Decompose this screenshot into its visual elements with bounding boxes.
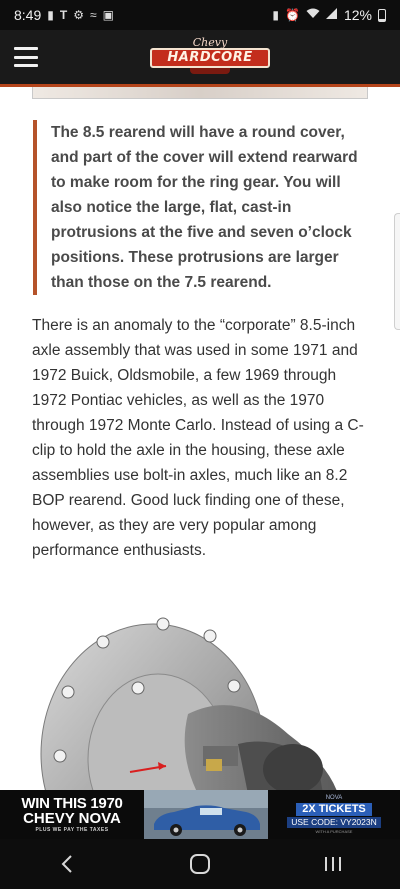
article-paragraph: There is an anomaly to the “corporate” 8… [32,317,364,559]
ad-line-1: WIN THIS 1970 [21,794,123,812]
gallery-icon: ▣ [102,8,114,22]
article-content[interactable]: The 8.5 rearend will have a round cover,… [0,87,400,790]
hamburger-icon[interactable] [14,47,38,67]
pull-quote-text: The 8.5 rearend will have a round cover,… [51,124,358,291]
settings-icon: ⚙ [73,8,84,22]
ad-fine-print: WITH A PURCHASE [315,829,353,834]
lock-icon: ▮ [272,8,280,22]
battery-icon [378,8,386,22]
site-logo[interactable]: Chevy HARDCORE [150,36,270,78]
status-left: 8:49 ▮ T ⚙ ≈ ▣ [14,7,114,23]
lock-icon: ▮ [47,8,54,22]
logo-hardcore-text: HARDCORE [150,48,270,68]
recents-icon[interactable] [303,844,363,884]
signal-icon [325,8,338,22]
t-mobile-icon: T [59,8,68,22]
pull-quote: The 8.5 rearend will have a round cover,… [33,120,368,295]
wifi-icon [306,8,320,22]
ad-badge: NOVA [325,795,343,801]
logo-underline [190,68,230,74]
back-icon[interactable] [37,844,97,884]
home-icon[interactable] [170,844,230,884]
system-nav-bar [0,839,400,889]
ad-car-image [144,790,268,839]
article-image-bottom-edge [32,87,368,99]
ad-line-2: CHEVY NOVA [23,809,121,827]
status-time: 8:49 [14,7,42,23]
scroll-handle[interactable] [394,213,400,330]
ad-line-3: PLUS WE PAY THE TAXES [35,826,109,833]
battery-percent: 12% [343,7,372,23]
ad-offer: NOVA 2X TICKETS USE CODE: VY2023N WITH A… [268,790,400,839]
ad-tickets: 2X TICKETS [296,803,372,816]
status-right: ▮ ⏰ 12% [272,7,386,23]
app-header: Chevy HARDCORE [0,30,400,87]
ad-code: USE CODE: VY2023N [287,817,381,828]
ad-headline: WIN THIS 1970 CHEVY NOVA PLUS WE PAY THE… [0,790,144,839]
alarm-icon: ⏰ [285,8,300,22]
nfc-icon: ≈ [89,8,97,22]
differential-image [40,617,337,790]
status-bar: 8:49 ▮ T ⚙ ≈ ▣ ▮ ⏰ 12% [0,0,400,30]
ad-banner[interactable]: WIN THIS 1970 CHEVY NOVA PLUS WE PAY THE… [0,790,400,839]
